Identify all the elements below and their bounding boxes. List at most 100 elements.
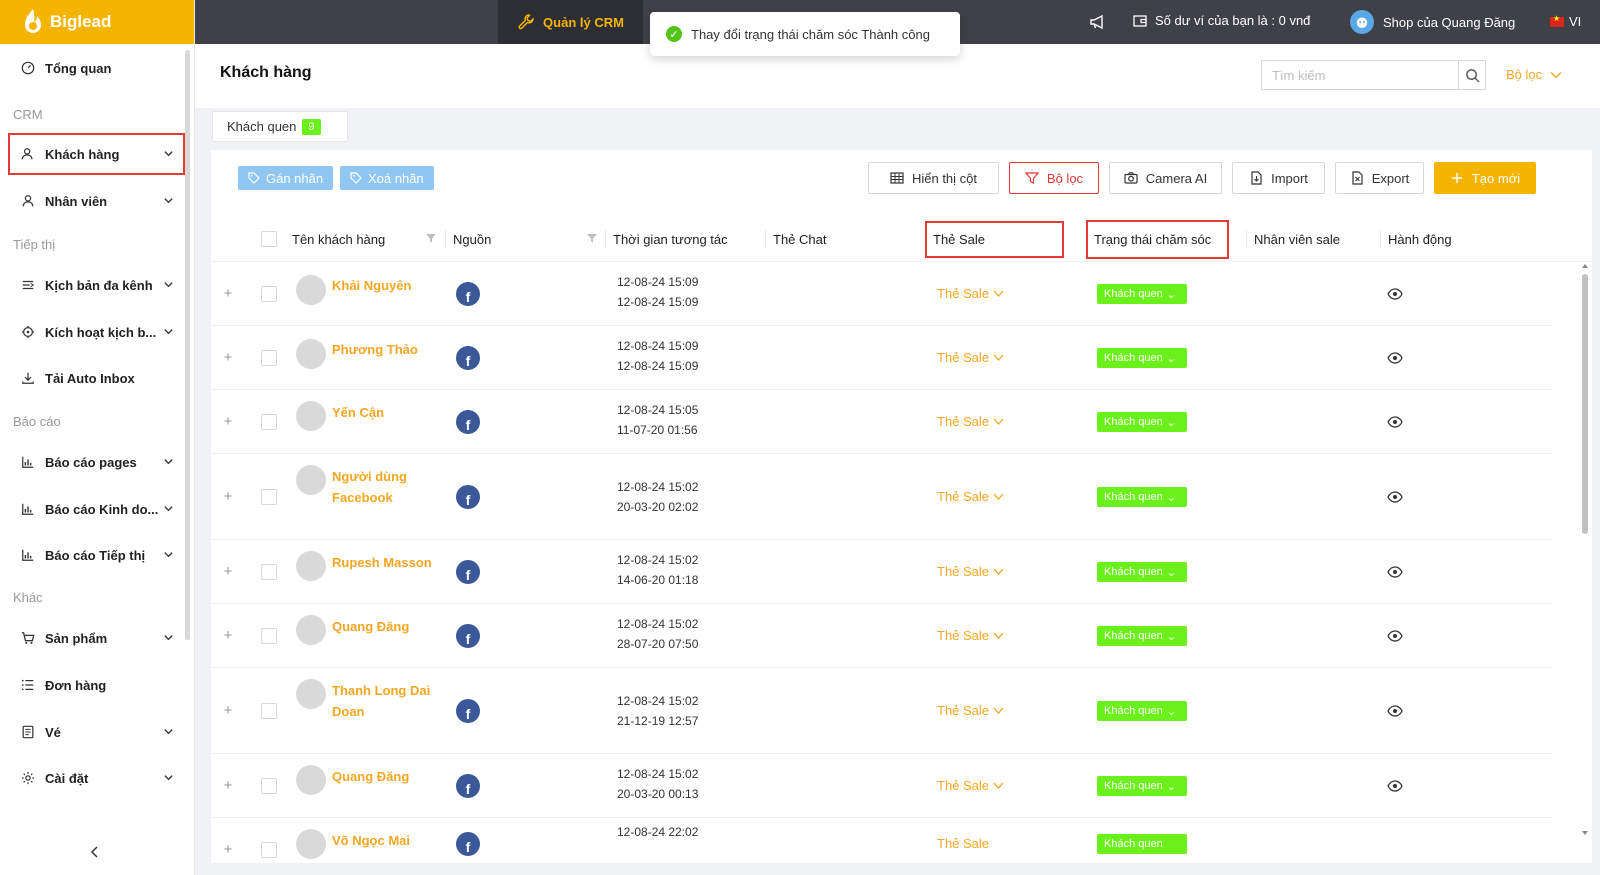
view-eye-icon[interactable] xyxy=(1387,703,1403,719)
care-status-dropdown[interactable]: Khách quen ⌄ xyxy=(1097,626,1187,646)
view-eye-icon[interactable] xyxy=(1387,350,1403,366)
table-row[interactable]: + Rupesh Masson f 12-08-24 15:02 14-06-20… xyxy=(211,540,1552,604)
sidebar-item-report-marketing[interactable]: Báo cáo Tiếp thị xyxy=(0,533,185,577)
table-row[interactable]: + Khải Nguyên f 12-08-24 15:09 12-08-24 1… xyxy=(211,262,1552,326)
column-header-action[interactable]: Hành động xyxy=(1380,216,1452,262)
column-header-name[interactable]: Tên khách hàng xyxy=(292,216,437,262)
customer-name-link[interactable]: Phương Thảo xyxy=(332,339,442,360)
sidebar-item-orders[interactable]: Đơn hàng xyxy=(0,663,185,707)
expand-row-icon[interactable]: + xyxy=(221,286,235,301)
megaphone-icon[interactable] xyxy=(1088,12,1108,32)
customer-name-link[interactable]: Võ Ngọc Mai xyxy=(332,830,442,851)
column-header-sales-staff[interactable]: Nhân viên sale xyxy=(1246,216,1340,262)
care-status-dropdown[interactable]: Khách quen ⌄ xyxy=(1097,284,1187,304)
shop-account[interactable]: Shop của Quang Đăng xyxy=(1350,10,1515,34)
sidebar-item-customers[interactable]: Khách hàng xyxy=(8,133,185,175)
expand-row-icon[interactable]: + xyxy=(221,628,235,643)
row-checkbox[interactable] xyxy=(261,414,277,430)
customer-name-link[interactable]: Quang Đăng xyxy=(332,616,442,637)
care-status-dropdown[interactable]: Khách quen ⌄ xyxy=(1097,562,1187,582)
customer-name-link[interactable]: Người dùng Facebook xyxy=(332,466,432,508)
sidebar-item-settings[interactable]: Cài đặt xyxy=(0,756,185,800)
sidebar-item-auto-inbox[interactable]: Tải Auto Inbox xyxy=(0,356,185,400)
sale-tag-dropdown[interactable]: Thẻ Sale xyxy=(937,414,1004,429)
column-filter-icon[interactable] xyxy=(586,232,598,244)
customer-name-link[interactable]: Thanh Long Dai Doan xyxy=(332,680,442,722)
table-row[interactable]: + Yến Cận f 12-08-24 15:05 11-07-20 01:56… xyxy=(211,390,1552,454)
expand-row-icon[interactable]: + xyxy=(221,414,235,429)
scroll-up-icon[interactable] xyxy=(1581,262,1589,270)
view-eye-icon[interactable] xyxy=(1387,628,1403,644)
search-button[interactable] xyxy=(1458,61,1485,89)
view-eye-icon[interactable] xyxy=(1387,778,1403,794)
show-columns-button[interactable]: Hiển thị cột xyxy=(868,162,999,194)
row-checkbox[interactable] xyxy=(261,628,277,644)
view-eye-icon[interactable] xyxy=(1387,564,1403,580)
sidebar-item-report-business[interactable]: Báo cáo Kinh do... xyxy=(0,487,185,531)
assign-label-button[interactable]: Gán nhãn xyxy=(238,166,334,190)
table-row[interactable]: + Quang Đăng f 12-08-24 15:02 28-07-20 07… xyxy=(211,604,1552,668)
care-status-dropdown[interactable]: Khách quen xyxy=(1097,834,1187,854)
table-row[interactable]: + Thanh Long Dai Doan f 12-08-24 15:02 21… xyxy=(211,668,1552,754)
row-checkbox[interactable] xyxy=(261,350,277,366)
create-new-button[interactable]: Tạo mới xyxy=(1434,162,1536,194)
row-checkbox[interactable] xyxy=(261,842,277,858)
column-header-interaction-time[interactable]: Thời gian tương tác xyxy=(605,216,728,262)
column-header-source[interactable]: Nguồn xyxy=(445,216,598,262)
row-checkbox[interactable] xyxy=(261,778,277,794)
import-button[interactable]: Import xyxy=(1232,162,1325,194)
select-all-checkbox[interactable] xyxy=(261,231,277,247)
row-checkbox[interactable] xyxy=(261,564,277,580)
customer-name-link[interactable]: Khải Nguyên xyxy=(332,275,442,296)
care-status-dropdown[interactable]: Khách quen ⌄ xyxy=(1097,776,1187,796)
sale-tag-dropdown[interactable]: Thẻ Sale xyxy=(937,628,1004,643)
sidebar-item-overview[interactable]: Tổng quan xyxy=(0,46,185,90)
sale-tag-dropdown[interactable]: Thẻ Sale xyxy=(937,778,1004,793)
column-filter-icon[interactable] xyxy=(425,232,437,244)
scrollbar-thumb[interactable] xyxy=(1582,274,1588,534)
sidebar-item-products[interactable]: Sản phẩm xyxy=(0,616,185,660)
view-eye-icon[interactable] xyxy=(1387,414,1403,430)
sidebar-scrollbar[interactable] xyxy=(185,50,190,640)
customer-name-link[interactable]: Rupesh Masson xyxy=(332,552,452,573)
sale-tag-dropdown[interactable]: Thẻ Sale xyxy=(937,286,1004,301)
camera-ai-button[interactable]: Camera AI xyxy=(1109,162,1222,194)
expand-row-icon[interactable]: + xyxy=(221,489,235,504)
expand-row-icon[interactable]: + xyxy=(221,778,235,793)
tab-regular-customers[interactable]: Khách quen 9 xyxy=(212,111,348,142)
table-row[interactable]: + Quang Đăng f 12-08-24 15:02 20-03-20 00… xyxy=(211,754,1552,818)
table-row[interactable]: + Người dùng Facebook f 12-08-24 15:02 20… xyxy=(211,454,1552,540)
sale-tag-dropdown[interactable]: Thẻ Sale xyxy=(937,350,1004,365)
view-eye-icon[interactable] xyxy=(1387,286,1403,302)
row-checkbox[interactable] xyxy=(261,286,277,302)
sidebar-item-report-pages[interactable]: Báo cáo pages xyxy=(0,440,185,484)
table-row[interactable]: + Võ Ngọc Mai f 12-08-24 22:02 Thẻ Sale … xyxy=(211,818,1552,863)
sidebar-item-activate-script[interactable]: Kích hoạt kịch b... xyxy=(0,310,185,354)
filter-dropdown[interactable]: Bộ lọc xyxy=(1506,67,1562,82)
care-status-dropdown[interactable]: Khách quen ⌄ xyxy=(1097,412,1187,432)
sidebar-item-tickets[interactable]: Vé xyxy=(0,710,185,754)
sale-tag-dropdown[interactable]: Thẻ Sale xyxy=(937,836,989,851)
sale-tag-dropdown[interactable]: Thẻ Sale xyxy=(937,564,1004,579)
care-status-dropdown[interactable]: Khách quen ⌄ xyxy=(1097,487,1187,507)
expand-row-icon[interactable]: + xyxy=(221,842,235,857)
customer-name-link[interactable]: Yến Cận xyxy=(332,402,442,423)
sidebar-item-multichannel-script[interactable]: Kịch bản đa kênh xyxy=(0,263,185,307)
sale-tag-dropdown[interactable]: Thẻ Sale xyxy=(937,703,1004,718)
filter-button[interactable]: Bộ lọc xyxy=(1009,162,1099,194)
expand-row-icon[interactable]: + xyxy=(221,564,235,579)
table-scrollbar[interactable] xyxy=(1581,262,1589,837)
scroll-down-icon[interactable] xyxy=(1581,829,1589,837)
care-status-dropdown[interactable]: Khách quen ⌄ xyxy=(1097,348,1187,368)
language-switcher[interactable]: VI xyxy=(1550,14,1581,29)
brand-logo[interactable]: Biglead xyxy=(0,0,194,44)
expand-row-icon[interactable]: + xyxy=(221,703,235,718)
view-eye-icon[interactable] xyxy=(1387,489,1403,505)
column-header-chat-tag[interactable]: Thẻ Chat xyxy=(764,216,826,262)
customer-name-link[interactable]: Quang Đăng xyxy=(332,766,442,787)
tab-crm-management[interactable]: Quản lý CRM xyxy=(498,0,643,44)
wallet-balance[interactable]: Số dư ví của bạn là : 0 vnđ xyxy=(1133,13,1310,28)
row-checkbox[interactable] xyxy=(261,489,277,505)
search-input[interactable] xyxy=(1262,61,1458,89)
table-row[interactable]: + Phương Thảo f 12-08-24 15:09 12-08-24 1… xyxy=(211,326,1552,390)
